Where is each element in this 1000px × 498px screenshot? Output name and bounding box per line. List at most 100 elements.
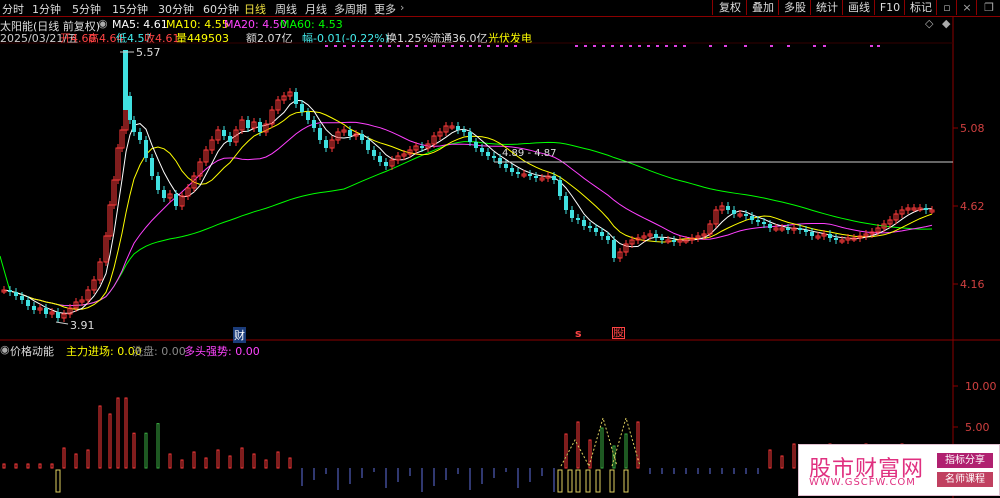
candle-body bbox=[672, 240, 676, 242]
signal-dot bbox=[629, 45, 632, 47]
candle-body bbox=[492, 156, 496, 158]
momentum-bar bbox=[26, 463, 30, 469]
signal-dot bbox=[433, 45, 436, 47]
momentum-bar bbox=[156, 423, 160, 469]
candle-body bbox=[486, 152, 490, 156]
momentum-bar bbox=[792, 443, 796, 469]
momentum-bar bbox=[636, 421, 640, 469]
candle-body bbox=[726, 206, 730, 210]
candle-body bbox=[8, 290, 12, 292]
shareholder-marker[interactable]: 股 bbox=[612, 327, 625, 339]
signal-marker bbox=[55, 469, 61, 493]
candle-body bbox=[798, 228, 802, 230]
signal-dot bbox=[370, 45, 373, 47]
hline-label: 4.89 - 4.87 bbox=[502, 148, 557, 159]
momentum-bar bbox=[192, 451, 196, 469]
candle-body bbox=[318, 128, 322, 140]
signal-dot bbox=[496, 45, 499, 47]
signal-dot bbox=[406, 45, 409, 47]
momentum-bar bbox=[768, 449, 772, 469]
washout-value: 洗盘: 0.00 bbox=[132, 345, 186, 358]
candle-body bbox=[582, 220, 586, 226]
candle-body bbox=[56, 312, 60, 318]
candle-body bbox=[924, 208, 928, 210]
signal-dot bbox=[709, 45, 712, 47]
candle-body bbox=[14, 292, 18, 296]
candle-body bbox=[384, 162, 388, 166]
candle-body bbox=[144, 140, 148, 158]
candle-body bbox=[756, 220, 760, 222]
momentum-bar bbox=[144, 432, 148, 469]
signal-dot bbox=[352, 45, 355, 47]
signal-dot bbox=[787, 45, 790, 47]
candle-body bbox=[468, 132, 472, 142]
candle-body bbox=[294, 92, 298, 104]
candle-body bbox=[360, 134, 364, 140]
signal-dot bbox=[602, 45, 605, 47]
signal-dot bbox=[460, 45, 463, 47]
candle-body bbox=[300, 104, 304, 112]
signal-dot bbox=[683, 45, 686, 47]
candle-body bbox=[558, 180, 562, 196]
signal-dot bbox=[442, 45, 445, 47]
candle-body bbox=[510, 168, 514, 172]
signal-dot bbox=[514, 45, 517, 47]
candle-body bbox=[564, 196, 568, 210]
signal-dot bbox=[469, 45, 472, 47]
candle-body bbox=[612, 240, 616, 258]
candle-body bbox=[654, 234, 658, 238]
signal-dot bbox=[575, 45, 578, 47]
momentum-bar bbox=[624, 433, 628, 469]
signal-dot bbox=[744, 45, 747, 47]
candle-body bbox=[474, 142, 478, 148]
candle-body bbox=[588, 226, 592, 228]
signal-dot bbox=[361, 45, 364, 47]
signal-marker bbox=[567, 469, 573, 493]
candle-body bbox=[600, 232, 604, 236]
candle-body bbox=[810, 232, 814, 236]
signal-dot bbox=[334, 45, 337, 47]
signal-dot bbox=[593, 45, 596, 47]
candle-body bbox=[804, 230, 808, 232]
signal-dot bbox=[656, 45, 659, 47]
candle-body bbox=[174, 194, 178, 206]
signal-dot bbox=[325, 45, 328, 47]
candle-body bbox=[156, 176, 160, 190]
momentum-bar bbox=[264, 459, 268, 469]
candle-body bbox=[750, 216, 754, 220]
indicator-name[interactable]: 价格动能 bbox=[10, 343, 54, 359]
candle-body bbox=[606, 236, 610, 240]
signal-marker bbox=[623, 469, 629, 493]
momentum-bar bbox=[564, 433, 568, 469]
signal-dot bbox=[505, 45, 508, 47]
candle-body bbox=[762, 222, 766, 224]
candle-body bbox=[306, 112, 310, 120]
candle-body bbox=[312, 120, 316, 128]
candle-body bbox=[552, 176, 556, 180]
candle-body bbox=[420, 146, 424, 148]
candle-body bbox=[534, 176, 538, 178]
candle-body bbox=[132, 120, 136, 132]
momentum-bar bbox=[108, 413, 112, 469]
watermark-tag-courses: 名师课程 bbox=[937, 472, 993, 487]
event-marker-s[interactable]: s bbox=[575, 327, 582, 340]
candle-body bbox=[372, 150, 376, 156]
candle-body bbox=[834, 238, 838, 240]
peak-outline bbox=[611, 416, 641, 467]
signal-dot bbox=[388, 45, 391, 47]
candle-body bbox=[128, 96, 132, 120]
signal-dot bbox=[647, 45, 650, 47]
signal-dot bbox=[665, 45, 668, 47]
watermark-tag-indicators: 指标分享 bbox=[937, 453, 993, 468]
indicator-toggle-icon[interactable]: ◉ bbox=[0, 343, 10, 356]
signal-dot bbox=[724, 45, 727, 47]
candle-body bbox=[324, 140, 328, 148]
signal-dot bbox=[424, 45, 427, 47]
signal-marker bbox=[557, 469, 563, 493]
momentum-bar bbox=[252, 453, 256, 469]
kline-chart[interactable] bbox=[0, 0, 1000, 498]
signal-dot bbox=[674, 45, 677, 47]
earnings-marker[interactable]: 财 bbox=[233, 327, 246, 343]
signal-marker bbox=[585, 469, 591, 493]
signal-marker bbox=[575, 469, 581, 493]
